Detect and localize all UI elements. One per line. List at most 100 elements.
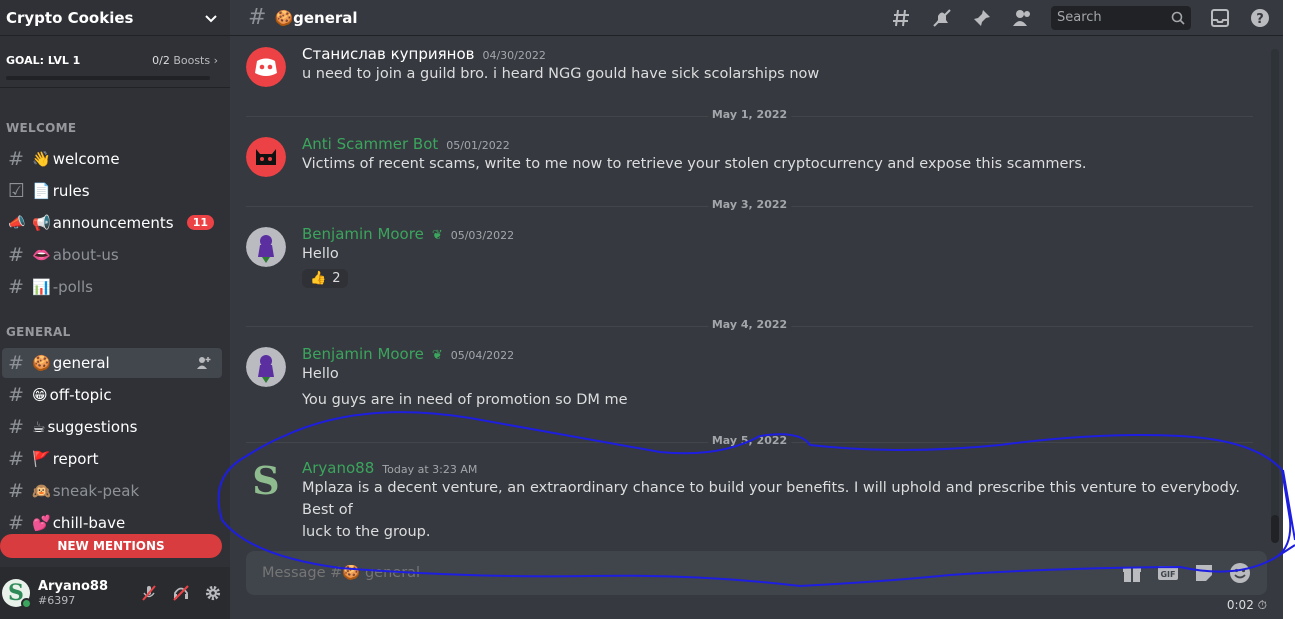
user-avatar-icon[interactable] xyxy=(246,347,286,387)
gift-icon[interactable] xyxy=(1121,562,1143,584)
message-text: Mplaza is a decent venture, an extraordi… xyxy=(302,480,1240,518)
channel-title: 🍪general xyxy=(274,9,357,27)
channel-off-topic[interactable]: # 😁 off-topic xyxy=(2,380,222,410)
channel-emoji: 💕 xyxy=(32,514,51,532)
add-member-icon[interactable] xyxy=(196,355,212,371)
message-author[interactable]: Станислав куприянов xyxy=(302,45,474,63)
channel-polls[interactable]: # 📊 -polls xyxy=(2,272,222,302)
hash-icon: # xyxy=(8,276,24,298)
search-input[interactable]: Search xyxy=(1051,5,1191,30)
user-avatar-icon[interactable] xyxy=(246,227,286,267)
server-header[interactable]: Crypto Cookies xyxy=(0,0,230,36)
online-status-dot xyxy=(21,598,32,609)
channel-sidebar: Crypto Cookies GOAL: LVL 1 0/2 Boosts › … xyxy=(0,0,230,619)
message: Benjamin Moore ❦ 05/04/2022 Hello You guys… xyxy=(246,345,1253,411)
channel-name: about-us xyxy=(52,246,119,264)
threads-icon[interactable] xyxy=(891,7,913,29)
headset-mute-icon[interactable] xyxy=(172,584,190,602)
message-author[interactable]: Anti Scammer Bot xyxy=(302,135,438,153)
timer-readout: 0:02 ⏱ xyxy=(1226,598,1267,612)
channel-emoji: 📄 xyxy=(32,182,51,200)
date-divider-label: May 1, 2022 xyxy=(707,108,792,121)
message-composer: GIF xyxy=(246,551,1267,595)
channel-emoji: 📊 xyxy=(32,278,51,296)
channel-name: general xyxy=(52,354,110,372)
mention-badge: 11 xyxy=(186,215,214,230)
message-author[interactable]: Benjamin Moore xyxy=(302,225,424,243)
emoji-icon[interactable] xyxy=(1229,562,1251,584)
thumbs-up-icon: 👍 xyxy=(310,271,327,286)
date-divider: May 4, 2022 xyxy=(246,318,1253,331)
goal-progress-bar xyxy=(6,76,210,80)
scrollbar-track[interactable] xyxy=(1271,49,1279,539)
message-timestamp: 05/04/2022 xyxy=(450,349,515,362)
server-name: Crypto Cookies xyxy=(6,8,134,27)
channel-sneak-peak[interactable]: # 🙉 sneak-peak xyxy=(2,476,222,506)
channel-suggestions[interactable]: # ☕ suggestions xyxy=(2,412,222,442)
message-text: Hello xyxy=(302,366,339,382)
channel-emoji: 🍪 xyxy=(32,354,51,372)
search-placeholder: Search xyxy=(1057,10,1102,25)
boost-goal[interactable]: GOAL: LVL 1 0/2 Boosts › xyxy=(0,36,230,88)
message-author[interactable]: Benjamin Moore xyxy=(302,345,424,363)
members-icon[interactable] xyxy=(1011,7,1033,29)
channel-name: -polls xyxy=(52,278,93,296)
channel-about-us[interactable]: # 👄 about-us xyxy=(2,240,222,270)
user-info[interactable]: Aryano88 #6397 xyxy=(38,579,140,607)
message-timestamp: 05/03/2022 xyxy=(450,229,515,242)
message-list: Станислав куприянов 04/30/2022 u need to … xyxy=(230,37,1283,547)
bell-mute-icon[interactable] xyxy=(931,7,953,29)
help-icon[interactable]: ? xyxy=(1249,7,1271,29)
message: Anti Scammer Bot 05/01/2022 Victims of re… xyxy=(246,135,1253,177)
gear-icon[interactable] xyxy=(204,584,222,602)
chevron-down-icon xyxy=(205,14,217,22)
chat-area: # 🍪general Search ? Станислав куприянов 0… xyxy=(230,0,1283,619)
scrollbar-thumb[interactable] xyxy=(1271,515,1279,543)
boost-count: 0/2 xyxy=(152,54,170,67)
message: S Aryano88 Today at 3:23 AM Mplaza is a d… xyxy=(246,459,1253,543)
message-input[interactable] xyxy=(262,565,1121,581)
bot-avatar-icon[interactable] xyxy=(246,137,286,177)
goal-count: 0/2 Boosts › xyxy=(152,54,218,67)
svg-text:S: S xyxy=(252,461,279,501)
channel-general[interactable]: # 🍪 general xyxy=(2,348,222,378)
thread-hash-icon: # xyxy=(8,512,24,534)
channel-name: chill-bave xyxy=(52,514,126,532)
channel-header: # 🍪general Search ? xyxy=(230,0,1283,36)
svg-text:GIF: GIF xyxy=(1160,570,1175,579)
mic-mute-icon[interactable] xyxy=(140,584,158,602)
channel-welcome[interactable]: # 👋 welcome xyxy=(2,144,222,174)
date-divider: May 3, 2022 xyxy=(246,198,1253,211)
avatar[interactable]: S xyxy=(2,579,32,609)
new-mentions-button[interactable]: NEW MENTIONS xyxy=(0,534,222,558)
message-author[interactable]: Aryano88 xyxy=(302,459,374,477)
channel-emoji: 👄 xyxy=(32,246,51,264)
channel-name: report xyxy=(52,450,99,468)
channel-emoji: 🚩 xyxy=(32,450,51,468)
gif-icon[interactable]: GIF xyxy=(1157,562,1179,584)
pin-icon[interactable] xyxy=(971,7,993,29)
goal-label: GOAL: LVL 1 xyxy=(6,54,81,67)
date-divider: May 5, 2022 xyxy=(246,434,1253,447)
discord-avatar-icon[interactable] xyxy=(246,47,286,87)
channel-report[interactable]: # 🚩 report xyxy=(2,444,222,474)
user-panel: S Aryano88 #6397 xyxy=(0,567,230,619)
channel-name: rules xyxy=(52,182,90,200)
channel-announcements[interactable]: 📣 📢 announcements 11 xyxy=(2,208,222,238)
hash-icon: # xyxy=(8,148,24,170)
message-timestamp: 04/30/2022 xyxy=(482,49,546,62)
megaphone-icon: 📣 xyxy=(8,215,26,231)
reaction-button[interactable]: 👍 2 xyxy=(302,269,349,288)
category-general[interactable]: GENERAL xyxy=(0,322,230,342)
channel-emoji: 👋 xyxy=(32,150,51,168)
channel-emoji: 🍪 xyxy=(274,8,294,27)
channel-rules[interactable]: ☑ 📄 rules xyxy=(2,176,222,206)
user-avatar-icon[interactable]: S xyxy=(246,461,286,501)
message-text: Hello xyxy=(302,246,339,262)
sticker-icon[interactable] xyxy=(1193,562,1215,584)
date-divider-label: May 5, 2022 xyxy=(707,434,792,447)
thread-hash-icon: # xyxy=(8,352,24,374)
category-welcome[interactable]: WELCOME xyxy=(0,118,230,138)
inbox-icon[interactable] xyxy=(1209,7,1231,29)
message-text: u need to join a guild bro. i heard NGG … xyxy=(302,66,820,82)
